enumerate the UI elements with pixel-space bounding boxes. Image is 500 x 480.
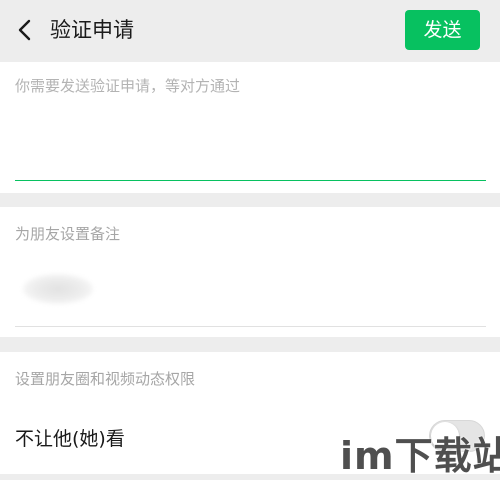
remark-input[interactable] — [15, 260, 485, 318]
page-title: 验证申请 — [50, 18, 134, 42]
title-bar: 验证申请 发送 — [0, 0, 500, 62]
section-divider — [0, 193, 500, 207]
chevron-left-icon[interactable] — [12, 15, 38, 45]
input-underline-active — [15, 180, 486, 181]
verify-message-input[interactable] — [15, 76, 485, 176]
permissions-section-label: 设置朋友圈和视频动态权限 — [15, 370, 196, 388]
input-underline — [15, 326, 486, 327]
block-moments-label: 不让他(她)看 — [15, 428, 125, 450]
send-button[interactable]: 发送 — [405, 10, 480, 50]
section-divider — [0, 337, 500, 352]
remark-section-label: 为朋友设置备注 — [15, 225, 121, 243]
watermark-logo: im下载站 — [340, 434, 500, 478]
blurred-remark-text — [23, 274, 93, 304]
